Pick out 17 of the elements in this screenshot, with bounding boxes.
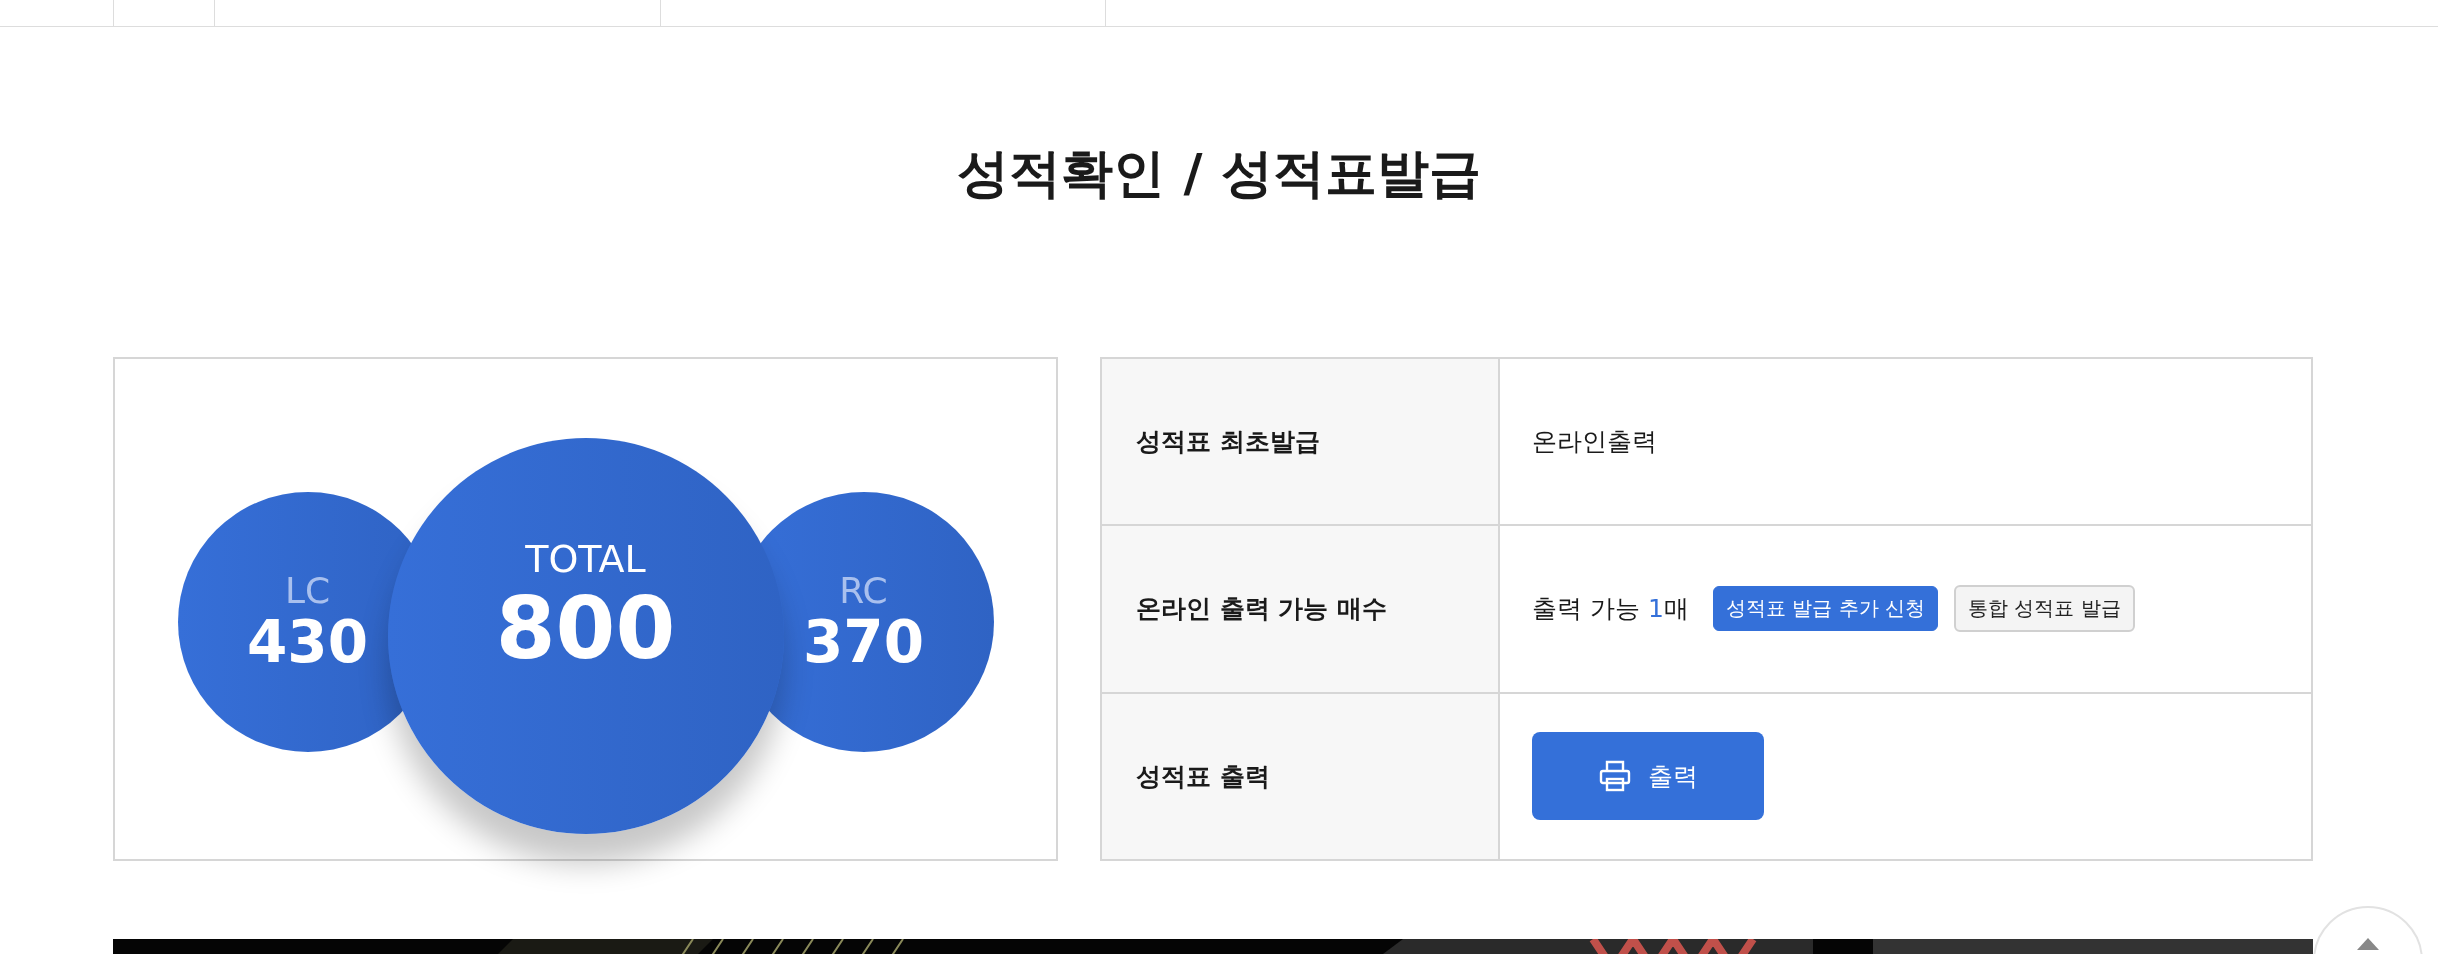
request-button[interactable]: 성적표 발급 추가 신청	[1712, 586, 1938, 632]
score-value: 800	[495, 580, 676, 676]
printer-icon	[1598, 759, 1632, 794]
request-button[interactable]: 통합 성적표 발급	[1953, 585, 2135, 633]
print-button[interactable]: 출력	[1532, 732, 1764, 821]
page-title: 성적확인 / 성적표발급	[956, 147, 1482, 199]
score-value: 370	[802, 610, 925, 675]
row-value: 온라인출력	[1532, 426, 1657, 459]
score-label: RC	[839, 569, 888, 611]
score-label: TOTAL	[525, 536, 646, 581]
score-value: 430	[246, 610, 369, 675]
score-label: LC	[284, 569, 331, 611]
row-header: 성적표 최초발급	[1102, 359, 1500, 525]
caret-up-icon	[2357, 938, 2379, 950]
row-header: 온라인 출력 가능 매수	[1102, 526, 1500, 692]
row-header: 성적표 출력	[1102, 693, 1500, 859]
print-count: 출력 가능 1매	[1532, 593, 1689, 626]
